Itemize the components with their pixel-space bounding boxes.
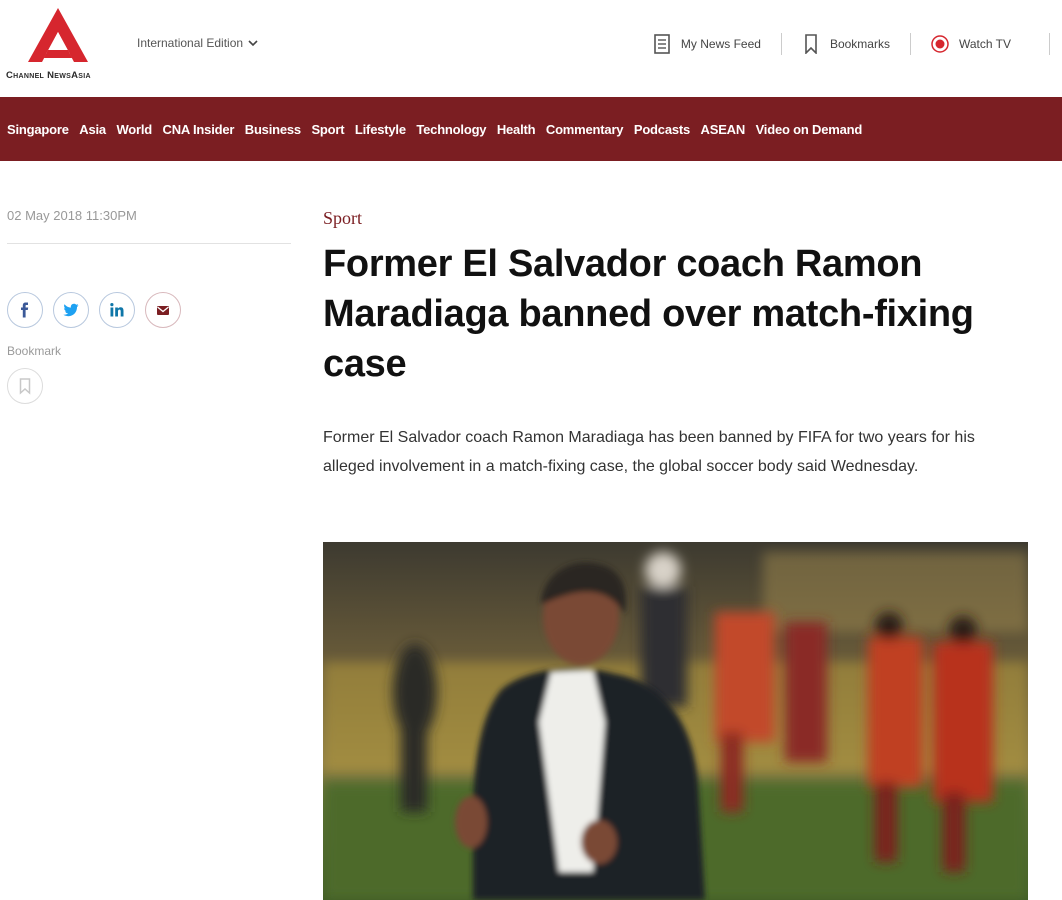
share-facebook-button[interactable] bbox=[7, 292, 43, 328]
nav-item-asia[interactable]: Asia bbox=[79, 122, 106, 137]
news-feed-icon bbox=[654, 34, 670, 54]
divider bbox=[7, 243, 291, 244]
hero-photo-illustration bbox=[323, 542, 1028, 900]
publish-date: 02 May 2018 11:30PM bbox=[7, 208, 137, 223]
site-header: Channel NewsAsia International Edition M… bbox=[0, 0, 1062, 97]
chevron-down-icon bbox=[248, 40, 258, 47]
nav-item-world[interactable]: World bbox=[116, 122, 152, 137]
share-twitter-button[interactable] bbox=[53, 292, 89, 328]
share-buttons bbox=[7, 292, 291, 328]
article-sidebar: 02 May 2018 11:30PM Bookmark bbox=[7, 208, 291, 404]
nav-item-asean[interactable]: ASEAN bbox=[701, 122, 746, 137]
nav-item-commentary[interactable]: Commentary bbox=[546, 122, 624, 137]
nav-item-video-on-demand[interactable]: Video on Demand bbox=[756, 122, 863, 137]
share-linkedin-button[interactable] bbox=[99, 292, 135, 328]
bookmark-icon bbox=[805, 34, 817, 54]
article-hero-image bbox=[323, 542, 1028, 900]
main-nav: Singapore Asia World CNA Insider Busines… bbox=[0, 97, 1062, 161]
edition-label: International Edition bbox=[137, 36, 244, 50]
bookmark-article-button[interactable] bbox=[7, 368, 43, 404]
share-email-button[interactable] bbox=[145, 292, 181, 328]
bookmarks-label: Bookmarks bbox=[829, 37, 890, 51]
nav-item-lifestyle[interactable]: Lifestyle bbox=[355, 122, 406, 137]
news-feed-label: My News Feed bbox=[680, 37, 761, 51]
nav-item-sport[interactable]: Sport bbox=[311, 122, 344, 137]
article: Sport Former El Salvador coach Ramon Mar… bbox=[323, 208, 1033, 481]
bookmark-icon bbox=[19, 378, 31, 395]
article-headline: Former El Salvador coach Ramon Maradiaga… bbox=[323, 243, 974, 385]
nav-item-cna-insider[interactable]: CNA Insider bbox=[163, 122, 235, 137]
facebook-icon bbox=[21, 302, 29, 318]
nav-item-podcasts[interactable]: Podcasts bbox=[634, 122, 690, 137]
logo-mark-icon bbox=[28, 8, 88, 62]
logo-text: Channel NewsAsia bbox=[6, 70, 91, 81]
email-icon bbox=[157, 306, 169, 315]
linkedin-icon bbox=[110, 303, 124, 317]
my-news-feed-link[interactable]: My News Feed bbox=[633, 34, 781, 54]
nav-item-technology[interactable]: Technology bbox=[416, 122, 486, 137]
edition-selector[interactable]: International Edition bbox=[137, 36, 259, 50]
nav-item-health[interactable]: Health bbox=[497, 122, 536, 137]
live-dot-icon bbox=[931, 35, 949, 53]
article-standfirst: Former El Salvador coach Ramon Maradiaga… bbox=[323, 429, 975, 475]
article-category[interactable]: Sport bbox=[323, 208, 1033, 229]
watch-tv-link[interactable]: Watch TV bbox=[911, 34, 1031, 54]
twitter-icon bbox=[63, 303, 79, 317]
divider bbox=[1049, 33, 1050, 55]
top-actions: My News Feed Bookmarks Watch TV bbox=[633, 30, 1050, 58]
nav-item-business[interactable]: Business bbox=[245, 122, 301, 137]
watch-tv-label: Watch TV bbox=[958, 37, 1011, 51]
bookmarks-link[interactable]: Bookmarks bbox=[782, 34, 910, 54]
nav-item-singapore[interactable]: Singapore bbox=[7, 122, 69, 137]
channel-newsasia-logo[interactable]: Channel NewsAsia bbox=[6, 8, 110, 86]
bookmark-label: Bookmark bbox=[7, 344, 62, 358]
